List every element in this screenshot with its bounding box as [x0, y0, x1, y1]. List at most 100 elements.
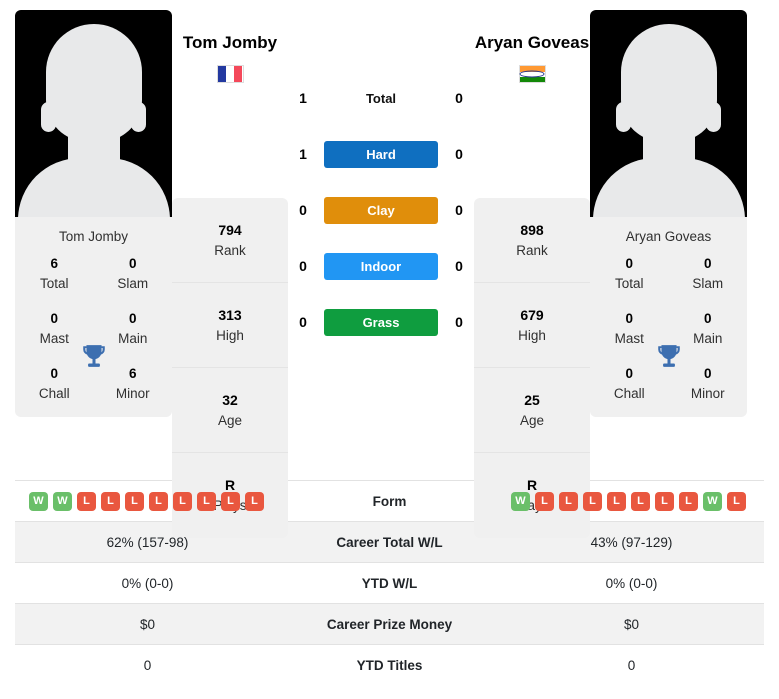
value: 6	[50, 256, 58, 271]
h2h-clay-row: 0 Clay 0	[288, 182, 474, 238]
form-badge-l[interactable]: L	[535, 491, 554, 511]
right-player-name[interactable]: Aryan Goveas	[474, 32, 590, 53]
value: 0	[703, 311, 712, 327]
left-rank-cell: 794 Rank	[172, 198, 288, 284]
head-to-head-panel: 1 Total 0 1 Hard 0 0 Clay 0 0 Indoor 0 0…	[288, 10, 474, 350]
left-prize-money: $0	[15, 603, 280, 645]
form-badge-l[interactable]: L	[221, 491, 240, 511]
right-rank-cell: 898 Rank	[474, 198, 590, 284]
table-row-ytd-wl: 0% (0-0) YTD W/L 0% (0-0)	[15, 562, 764, 604]
row-label-ytd-titles: YTD Titles	[280, 644, 499, 686]
avatar-body-shape	[17, 158, 170, 217]
label: Age	[519, 412, 545, 428]
label: Rank	[516, 242, 548, 258]
left-titles-card: Tom Jomby 6 Total 0 Slam 0 Mast 0 Main 0…	[15, 217, 172, 418]
form-badge-l[interactable]: L	[125, 491, 144, 511]
left-title-total: 6 Total	[15, 254, 94, 293]
row-label-prize-money: Career Prize Money	[280, 603, 499, 645]
h2h-total-label: Total	[365, 90, 397, 106]
form-badge-w[interactable]: W	[53, 491, 72, 511]
avatar-ear-left	[616, 102, 631, 132]
form-badge-l[interactable]: L	[607, 491, 626, 511]
form-badge-l[interactable]: L	[77, 491, 96, 511]
form-badge-l[interactable]: L	[631, 491, 650, 511]
left-form-list: WWLLLLLLLL	[19, 491, 276, 511]
france-flag-icon	[216, 65, 244, 84]
form-badge-w[interactable]: W	[29, 491, 48, 511]
value: 313	[218, 306, 242, 323]
label: Minor	[115, 385, 150, 401]
value: 25	[524, 391, 540, 408]
left-name-block: Tom Jomby	[172, 10, 288, 84]
surface-badge-indoor[interactable]: Indoor	[324, 252, 438, 280]
right-titles-grid: 0 Total 0 Slam 0 Mast 0 Main 0 Chall 0 M…	[590, 254, 747, 403]
value: 679	[520, 306, 544, 323]
value: 794	[218, 221, 242, 238]
table-row-career-wl: 62% (157-98) Career Total W/L 43% (97-12…	[15, 521, 764, 563]
form-badge-l[interactable]: L	[245, 491, 264, 511]
left-titles-grid: 6 Total 0 Slam 0 Mast 0 Main 0 Chall 6 M…	[15, 254, 172, 403]
comparison-header: Tom Jomby 6 Total 0 Slam 0 Mast 0 Main 0…	[0, 0, 779, 539]
label: Slam	[117, 275, 149, 291]
form-badge-l[interactable]: L	[197, 491, 216, 511]
right-player-caption: Aryan Goveas	[625, 229, 712, 244]
right-high-cell: 679 High	[474, 283, 590, 369]
avatar-head-shape	[45, 24, 142, 142]
h2h-grass-right: 0	[455, 314, 463, 330]
form-badge-w[interactable]: W	[703, 491, 722, 511]
h2h-hard-left: 1	[299, 146, 307, 162]
label: High	[518, 327, 546, 343]
left-player-caption: Tom Jomby	[58, 229, 129, 244]
h2h-indoor-left: 0	[299, 258, 307, 274]
right-name-column: Aryan Goveas 898 Rank 679 High 25 Age R …	[474, 10, 590, 539]
avatar-ear-right	[131, 102, 146, 132]
right-age-cell: 25 Age	[474, 368, 590, 454]
form-badge-l[interactable]: L	[173, 491, 192, 511]
right-player-avatar	[590, 10, 747, 217]
right-title-slam: 0 Slam	[669, 254, 748, 293]
label: Chall	[613, 385, 645, 401]
form-badge-l[interactable]: L	[583, 491, 602, 511]
h2h-clay-badge-wrap: Clay	[318, 196, 444, 224]
table-row-prize-money: $0 Career Prize Money $0	[15, 603, 764, 645]
surface-badge-clay[interactable]: Clay	[324, 196, 438, 224]
avatar-ear-right	[706, 102, 721, 132]
h2h-total-right: 0	[455, 90, 463, 106]
label: Rank	[214, 242, 246, 258]
table-row-ytd-titles: 0 YTD Titles 0	[15, 644, 764, 686]
form-badge-w[interactable]: W	[511, 491, 530, 511]
label: Age	[217, 412, 243, 428]
form-badge-l[interactable]: L	[559, 491, 578, 511]
row-label-ytd-wl: YTD W/L	[280, 562, 499, 604]
form-badge-l[interactable]: L	[727, 491, 746, 511]
row-label-career-wl: Career Total W/L	[280, 521, 499, 563]
left-player-avatar	[15, 10, 172, 217]
surface-badge-hard[interactable]: Hard	[324, 140, 438, 168]
value: 0	[128, 311, 137, 327]
h2h-hard-badge-wrap: Hard	[318, 140, 444, 168]
surface-badge-grass[interactable]: Grass	[324, 308, 438, 336]
right-titles-card: Aryan Goveas 0 Total 0 Slam 0 Mast 0 Mai…	[590, 217, 747, 418]
left-player-name[interactable]: Tom Jomby	[172, 32, 288, 53]
right-stat-stack: 898 Rank 679 High 25 Age R Plays	[474, 198, 590, 539]
left-title-slam: 0 Slam	[94, 254, 173, 293]
left-high-cell: 313 High	[172, 283, 288, 369]
trophy-icon	[657, 345, 680, 367]
comparison-table: WWLLLLLLLL Form WLLLLLLLWL 62% (157-98) …	[15, 480, 764, 686]
form-badge-l[interactable]: L	[655, 491, 674, 511]
h2h-hard-row: 1 Hard 0	[288, 126, 474, 182]
right-title-total: 0 Total	[590, 254, 669, 293]
india-flag-icon	[518, 65, 546, 84]
form-badge-l[interactable]: L	[679, 491, 698, 511]
value: 0	[50, 311, 58, 327]
h2h-indoor-row: 0 Indoor 0	[288, 238, 474, 294]
right-ytd-wl: 0% (0-0)	[499, 562, 764, 604]
form-badge-l[interactable]: L	[101, 491, 120, 511]
left-player-column: Tom Jomby 6 Total 0 Slam 0 Mast 0 Main 0…	[15, 10, 172, 418]
left-ytd-wl: 0% (0-0)	[15, 562, 280, 604]
value: 898	[520, 221, 544, 238]
value: 0	[625, 256, 633, 271]
right-ytd-titles: 0	[499, 644, 764, 686]
form-badge-l[interactable]: L	[149, 491, 168, 511]
row-label-form: Form	[280, 480, 499, 522]
